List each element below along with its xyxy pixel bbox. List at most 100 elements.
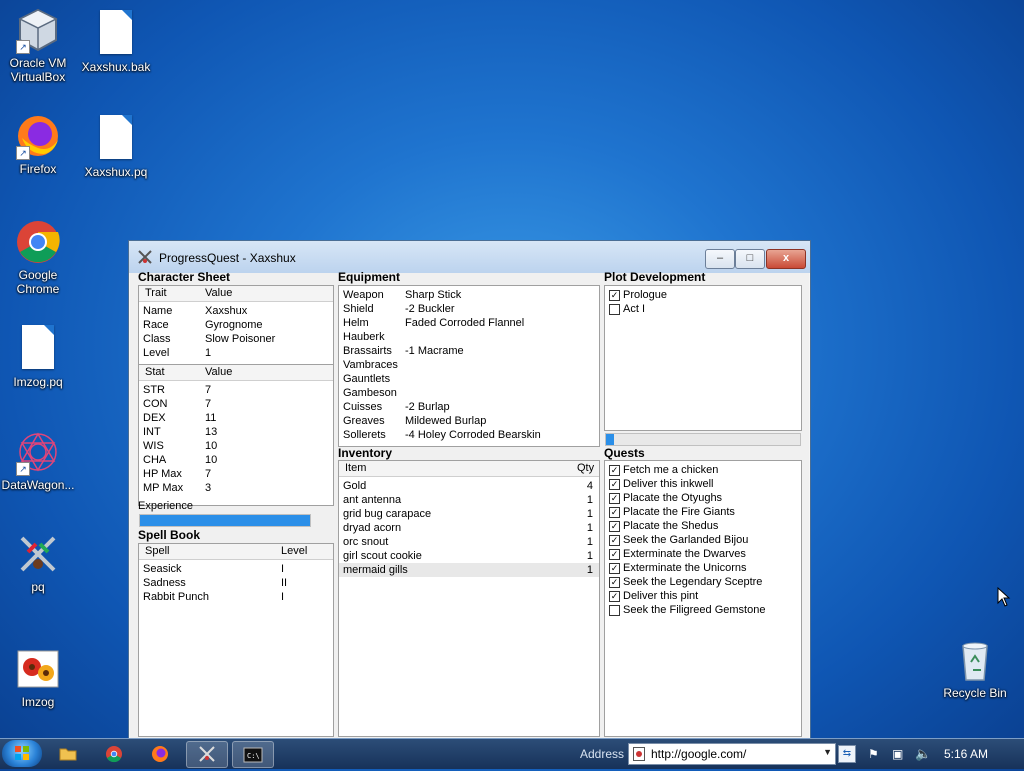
- quest-row-label: Placate the Shedus: [623, 520, 719, 532]
- window-client: Character Sheet Trait Value Name Xaxshux R…: [135, 270, 803, 737]
- desktop-icon-google-chrome[interactable]: Google Chrome: [0, 218, 78, 296]
- tray-volume-icon[interactable]: 🔈: [915, 746, 931, 762]
- inventory-table: Item Qty Gold 4 ant antenna 1 grid bug carap…: [338, 460, 600, 737]
- address-input[interactable]: http://google.com/: [651, 747, 746, 761]
- desktop-icon-virtualbox[interactable]: ↗ Oracle VM VirtualBox: [0, 6, 78, 84]
- equipment-row: Sollerets -4 Holey Corroded Bearskin: [339, 428, 599, 442]
- tray-network-icon[interactable]: ▣: [892, 747, 903, 761]
- taskbar-cmd-button[interactable]: C:\: [232, 741, 274, 768]
- stat-row: HP Max 7: [139, 467, 333, 481]
- stat-row: INT 13: [139, 425, 333, 439]
- inventory-row: mermaid gills 1: [339, 563, 599, 577]
- stat-row: STR 7: [139, 383, 333, 397]
- inventory-row: girl scout cookie 1: [339, 549, 599, 563]
- desktop-icon-firefox[interactable]: ↗ Firefox: [0, 112, 78, 176]
- address-bar[interactable]: http://google.com/ ▼: [628, 743, 836, 765]
- window-titlebar[interactable]: ProgressQuest - Xaxshux – □ x: [129, 241, 810, 273]
- desktop-icon-recycle-bin[interactable]: Recycle Bin: [935, 636, 1015, 700]
- quest-row-label: Exterminate the Dwarves: [623, 548, 746, 560]
- spell-row-key: Seasick: [143, 563, 182, 575]
- stat-row-key: MP Max: [143, 482, 184, 494]
- desktop-icon-imzog-pq[interactable]: Imzog.pq: [0, 325, 78, 389]
- value-col-header: Value: [205, 366, 233, 378]
- quest-row-label: Deliver this pint: [623, 590, 699, 602]
- spell-row-key: Sadness: [143, 577, 186, 589]
- quests-list: ✓ Fetch me a chicken ✓ Deliver this inkwell…: [604, 460, 802, 737]
- quest-row: ✓ Exterminate the Unicorns: [605, 561, 801, 575]
- stat-row-value: 3: [205, 482, 212, 494]
- desktop-icon-label: DataWagon...: [1, 478, 75, 492]
- command-prompt-icon: C:\: [243, 747, 263, 763]
- page-icon: [633, 747, 645, 761]
- desktop-icon-xaxshux-pq[interactable]: Xaxshux.pq: [76, 115, 156, 179]
- quest-row: ✓ Seek the Legendary Sceptre: [605, 575, 801, 589]
- taskbar-explorer-button[interactable]: [48, 741, 88, 766]
- quests-title: Quests: [604, 446, 645, 460]
- equipment-row-value: Sharp Stick: [405, 289, 462, 301]
- inventory-row-key: orc snout: [343, 536, 389, 548]
- desktop-icon-label: Xaxshux.bak: [81, 60, 151, 74]
- equipment-row: Vambraces: [339, 358, 599, 372]
- equipment-row-key: Weapon: [343, 289, 384, 301]
- checkbox-checked-icon: ✓: [609, 563, 620, 574]
- desktop-icon-label: Imzog: [21, 695, 55, 709]
- clock[interactable]: 5:16 AM: [944, 747, 988, 761]
- equipment-row-key: Gauntlets: [343, 373, 391, 385]
- go-arrows-icon[interactable]: ⇆: [838, 745, 856, 763]
- quest-row: ✓ Seek the Garlanded Bijou: [605, 533, 801, 547]
- stat-row-value: 7: [205, 398, 212, 410]
- quest-row-label: Seek the Legendary Sceptre: [623, 576, 763, 588]
- windows-logo-icon: [15, 746, 29, 760]
- taskbar-progressquest-button[interactable]: [186, 741, 228, 768]
- desktop-icon-imzog[interactable]: Imzog: [0, 645, 78, 709]
- checkbox-checked-icon: ✓: [609, 577, 620, 588]
- equipment-row-value: Faded Corroded Flannel: [405, 317, 525, 329]
- equipment-row-value: -2 Burlap: [405, 401, 450, 413]
- inventory-row-value: 1: [586, 564, 593, 576]
- shortcut-arrow-icon: ↗: [16, 146, 30, 160]
- trait-row-value: 1: [205, 347, 212, 359]
- equipment-row: Gauntlets: [339, 372, 599, 386]
- desktop-icon-pq[interactable]: pq: [0, 530, 78, 594]
- desktop-icon-xaxshux-bak[interactable]: Xaxshux.bak: [76, 10, 156, 74]
- taskbar-chrome-button[interactable]: [94, 741, 134, 766]
- stat-row-value: 10: [205, 440, 218, 452]
- flowers-icon: [14, 645, 62, 693]
- inventory-row-key: grid bug carapace: [343, 508, 432, 520]
- experience-label: Experience: [138, 500, 194, 512]
- crossed-swords-icon: [199, 746, 215, 762]
- equipment-row: Greaves Mildewed Burlap: [339, 414, 599, 428]
- inventory-header: Item Qty: [339, 461, 599, 477]
- taskbar-firefox-button[interactable]: [140, 741, 180, 766]
- spell-row-key: Rabbit Punch: [143, 591, 210, 603]
- start-button[interactable]: [2, 740, 42, 767]
- stat-row-key: STR: [143, 384, 165, 396]
- spell-row: Seasick I: [139, 562, 333, 576]
- quest-row-label: Placate the Fire Giants: [623, 506, 735, 518]
- document-icon: [22, 325, 54, 369]
- close-button[interactable]: x: [766, 249, 806, 269]
- address-dropdown-icon[interactable]: ▼: [823, 747, 832, 757]
- quest-row-label: Exterminate the Unicorns: [623, 562, 747, 574]
- tray-flag-icon[interactable]: ⚑: [868, 747, 879, 761]
- spell-book-header: Spell Level: [139, 544, 333, 560]
- maximize-button[interactable]: □: [735, 249, 765, 269]
- stats-header: Stat Value: [139, 365, 333, 381]
- stat-row-key: CON: [143, 398, 168, 410]
- stat-row-key: WIS: [143, 440, 164, 452]
- desktop-icon-label: Firefox: [19, 162, 57, 176]
- minimize-button[interactable]: –: [705, 249, 735, 269]
- checkbox-checked-icon: ✓: [609, 507, 620, 518]
- qty-col-header: Qty: [577, 462, 595, 474]
- desktop-icon-datawagon[interactable]: ↗ DataWagon...: [0, 428, 78, 492]
- plot-act-row: Act I: [605, 302, 801, 316]
- chrome-icon: [106, 746, 122, 763]
- trait-row: Race Gyrognome: [139, 318, 333, 332]
- taskbar: C:\ Address http://google.com/ ▼ ⇆ ⚑ ▣ 🔈…: [0, 738, 1024, 769]
- crossed-swords-icon: [14, 530, 62, 578]
- quest-row: ✓ Deliver this pint: [605, 589, 801, 603]
- equipment-row-key: Vambraces: [343, 359, 398, 371]
- quest-row: ✓ Deliver this inkwell: [605, 477, 801, 491]
- equipment-list: Weapon Sharp Stick Shield -2 Buckler Helm Fad…: [338, 285, 600, 447]
- inventory-row-value: 4: [586, 480, 593, 492]
